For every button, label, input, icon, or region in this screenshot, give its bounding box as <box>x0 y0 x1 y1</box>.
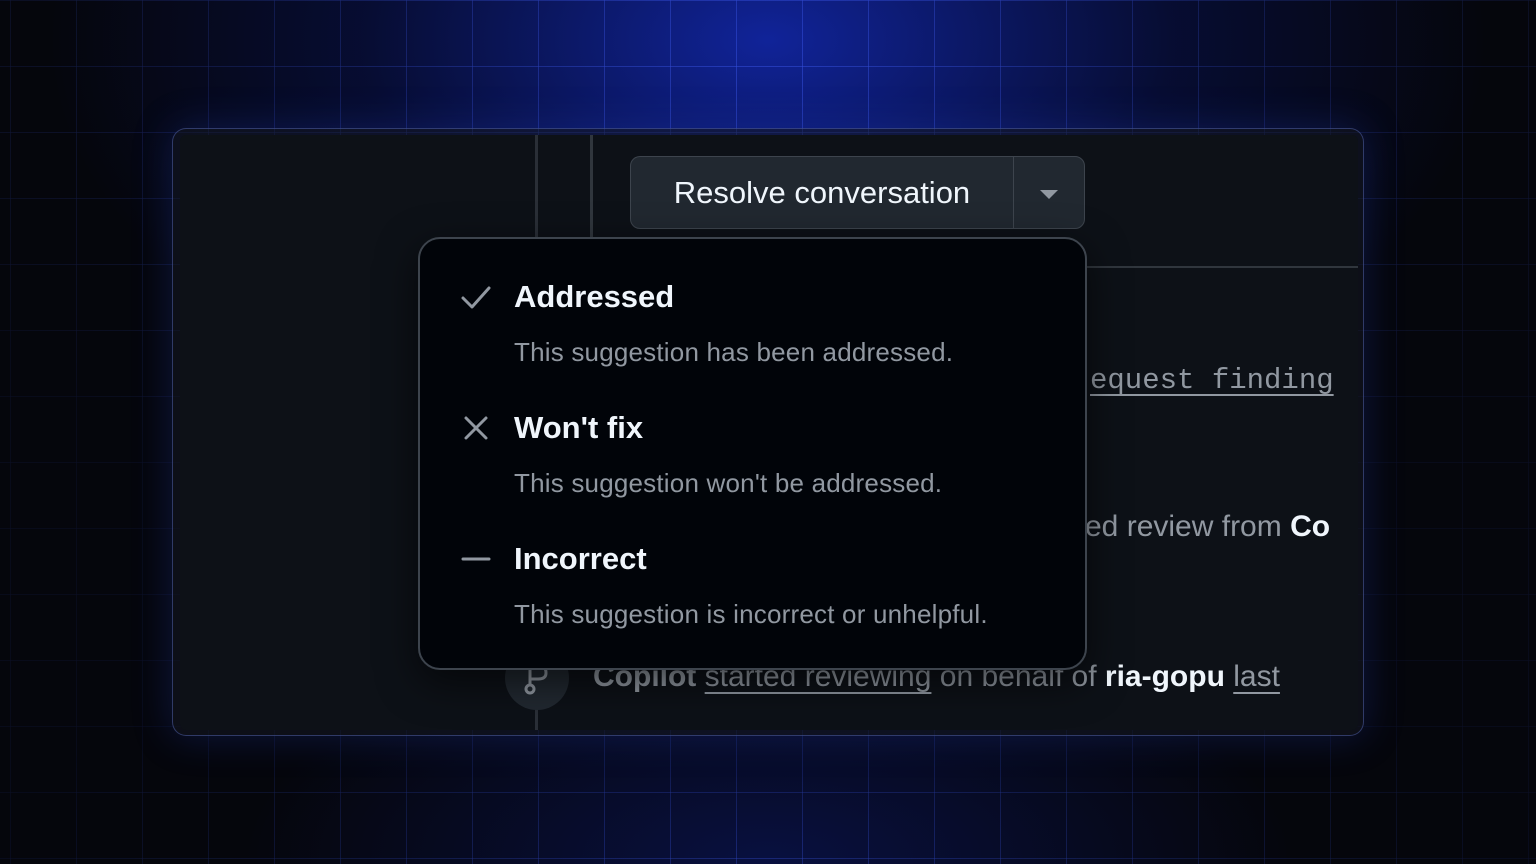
menu-item-title: Won't fix <box>514 410 644 445</box>
menu-item-wont-fix[interactable]: Won't fix This suggestion won't be addre… <box>420 370 1085 498</box>
resolve-options-menu: Addressed This suggestion has been addre… <box>418 237 1087 670</box>
x-icon <box>460 412 492 444</box>
menu-item-addressed[interactable]: Addressed This suggestion has been addre… <box>420 239 1085 367</box>
dash-icon <box>460 543 492 575</box>
menu-item-description: This suggestion has been addressed. <box>514 337 954 367</box>
resolve-options-toggle[interactable] <box>1014 157 1084 228</box>
triangle-down-icon <box>1040 189 1058 199</box>
timestamp-link[interactable]: last <box>1233 660 1280 693</box>
check-icon <box>460 281 492 313</box>
resolve-conversation-split-button: Resolve conversation <box>630 156 1085 229</box>
commit-message-link[interactable]: equest finding <box>1090 364 1334 397</box>
timeline-line-2-text: ed review from <box>1085 510 1291 543</box>
menu-item-title: Addressed <box>514 279 675 314</box>
menu-item-title: Incorrect <box>514 541 647 576</box>
menu-item-description: This suggestion won't be addressed. <box>514 468 943 498</box>
reviewer-name[interactable]: Co <box>1290 510 1330 543</box>
background-stage: equest finding ed review from Co Copilot… <box>0 0 1536 864</box>
timeline-line-1: equest finding <box>1090 362 1334 397</box>
user-name[interactable]: ria-gopu <box>1105 660 1225 693</box>
menu-item-incorrect[interactable]: Incorrect This suggestion is incorrect o… <box>420 501 1085 629</box>
menu-item-description: This suggestion is incorrect or unhelpfu… <box>514 599 988 629</box>
timeline-line-2: ed review from Co <box>1085 510 1330 544</box>
resolve-conversation-button[interactable]: Resolve conversation <box>631 157 1014 228</box>
